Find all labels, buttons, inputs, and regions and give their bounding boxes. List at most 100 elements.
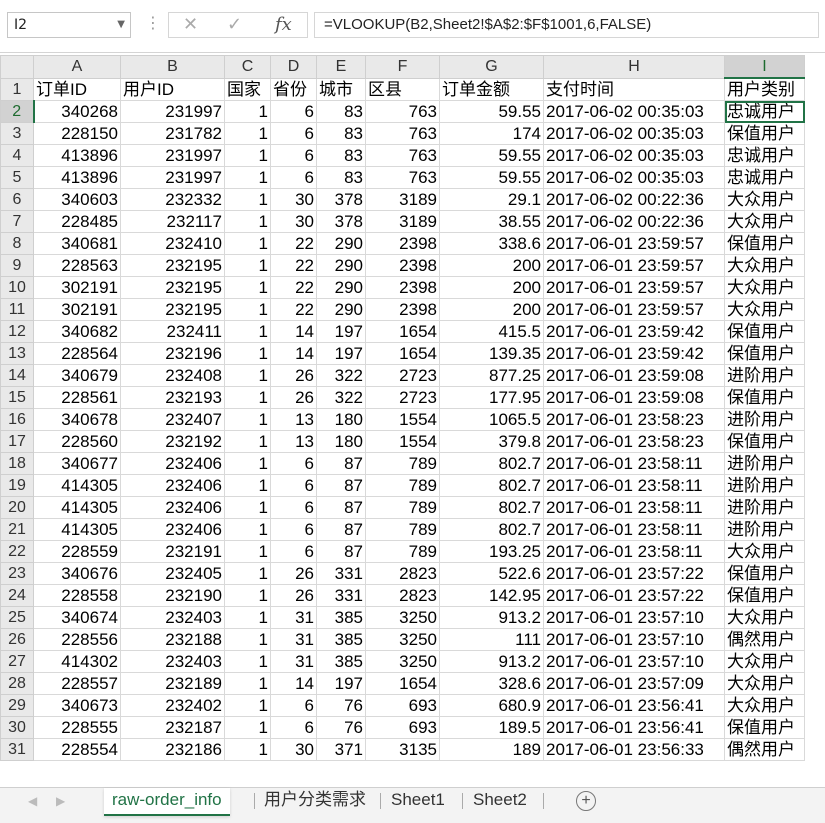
cell[interactable]: 31 [270, 606, 317, 629]
cell[interactable]: 83 [316, 100, 366, 123]
row-header[interactable]: 13 [0, 342, 34, 365]
cell[interactable]: 87 [316, 540, 366, 563]
cell[interactable]: 789 [365, 540, 440, 563]
cell[interactable]: 76 [316, 716, 366, 739]
cell[interactable]: 13 [270, 430, 317, 453]
cell[interactable]: 1554 [365, 430, 440, 453]
cell[interactable]: 大众用户 [724, 298, 805, 321]
cell[interactable]: 177.95 [439, 386, 544, 409]
cancel-icon[interactable]: ✕ [183, 13, 198, 37]
cell[interactable]: 1 [224, 276, 271, 299]
cell[interactable]: 789 [365, 518, 440, 541]
cell[interactable]: 1 [224, 474, 271, 497]
scroll-right-icon[interactable]: ▶ [56, 794, 65, 808]
cell[interactable]: 大众用户 [724, 650, 805, 673]
cell[interactable]: 340682 [33, 320, 121, 343]
row-header[interactable]: 25 [0, 606, 34, 629]
cell[interactable]: 保值用户 [724, 320, 805, 343]
cell[interactable]: 保值用户 [724, 584, 805, 607]
row-header[interactable]: 10 [0, 276, 34, 299]
cell[interactable]: 1 [224, 738, 271, 761]
cell[interactable]: 1 [224, 562, 271, 585]
cell[interactable]: 228485 [33, 210, 121, 233]
row-header[interactable]: 28 [0, 672, 34, 695]
cell[interactable]: 232403 [120, 650, 225, 673]
cell[interactable]: 385 [316, 606, 366, 629]
insert-function-icon[interactable]: fx [275, 14, 292, 35]
scroll-left-icon[interactable]: ◀ [28, 794, 37, 808]
row-header[interactable]: 2 [0, 100, 35, 123]
cell[interactable]: 1065.5 [439, 408, 544, 431]
formula-input[interactable]: =VLOOKUP(B2,Sheet2!$A$2:$F$1001,6,FALSE) [314, 12, 819, 38]
cell[interactable]: 76 [316, 694, 366, 717]
row-header[interactable]: 15 [0, 386, 34, 409]
row-header[interactable]: 12 [0, 320, 34, 343]
cell[interactable]: 385 [316, 650, 366, 673]
cell[interactable]: 228558 [33, 584, 121, 607]
column-header-a[interactable]: A [33, 55, 121, 79]
cell[interactable]: 789 [365, 496, 440, 519]
cell[interactable]: 进阶用户 [724, 496, 805, 519]
cell[interactable]: 3250 [365, 650, 440, 673]
cell[interactable]: 340679 [33, 364, 121, 387]
cell[interactable]: 大众用户 [724, 276, 805, 299]
cell[interactable]: 2398 [365, 232, 440, 255]
cell[interactable]: 2017-06-01 23:57:10 [543, 650, 725, 673]
cell[interactable]: 14 [270, 672, 317, 695]
row-header[interactable]: 6 [0, 188, 34, 211]
cell[interactable]: 197 [316, 672, 366, 695]
cell[interactable]: 322 [316, 386, 366, 409]
cell[interactable]: 6 [270, 716, 317, 739]
cell[interactable]: 2017-06-01 23:57:09 [543, 672, 725, 695]
cell[interactable]: 802.7 [439, 474, 544, 497]
cell[interactable]: 331 [316, 562, 366, 585]
cell[interactable]: 340677 [33, 452, 121, 475]
cell[interactable]: 232196 [120, 342, 225, 365]
cell[interactable]: 340268 [33, 100, 121, 123]
cell[interactable]: 1 [224, 518, 271, 541]
cell[interactable]: 26 [270, 584, 317, 607]
row-header[interactable]: 7 [0, 210, 34, 233]
cell[interactable]: 232195 [120, 276, 225, 299]
cell[interactable]: 大众用户 [724, 672, 805, 695]
cell[interactable]: 1 [224, 694, 271, 717]
cell[interactable]: 302191 [33, 298, 121, 321]
cell[interactable]: 290 [316, 254, 366, 277]
cell[interactable]: 大众用户 [724, 254, 805, 277]
cell[interactable]: 1 [224, 650, 271, 673]
cell[interactable]: 340674 [33, 606, 121, 629]
cell[interactable]: 26 [270, 364, 317, 387]
cell[interactable]: 913.2 [439, 606, 544, 629]
cell[interactable]: 2823 [365, 584, 440, 607]
cell[interactable]: 231997 [120, 100, 225, 123]
cell[interactable]: 2017-06-01 23:58:11 [543, 518, 725, 541]
cell[interactable]: 232186 [120, 738, 225, 761]
cell[interactable]: 87 [316, 518, 366, 541]
cell[interactable]: 保值用户 [724, 342, 805, 365]
cell[interactable]: 232189 [120, 672, 225, 695]
cell[interactable]: 2398 [365, 298, 440, 321]
cell[interactable]: 2017-06-01 23:59:42 [543, 320, 725, 343]
cell[interactable]: 6 [270, 496, 317, 519]
tab-sheet1[interactable]: Sheet1 [383, 788, 453, 814]
cell[interactable]: 大众用户 [724, 540, 805, 563]
cell[interactable]: 83 [316, 166, 366, 189]
cell[interactable]: 保值用户 [724, 716, 805, 739]
cell[interactable]: 232407 [120, 408, 225, 431]
cell[interactable]: 2017-06-01 23:58:23 [543, 430, 725, 453]
cell[interactable]: 2017-06-01 23:58:11 [543, 496, 725, 519]
cell[interactable]: 2723 [365, 386, 440, 409]
row-header[interactable]: 4 [0, 144, 34, 167]
cell[interactable]: 3250 [365, 606, 440, 629]
cell[interactable]: 302191 [33, 276, 121, 299]
cell[interactable]: 340673 [33, 694, 121, 717]
cell[interactable]: 进阶用户 [724, 364, 805, 387]
cell[interactable]: 31 [270, 628, 317, 651]
cell[interactable]: 6 [270, 166, 317, 189]
cell[interactable]: 200 [439, 276, 544, 299]
row-header[interactable]: 5 [0, 166, 34, 189]
row-header[interactable]: 22 [0, 540, 34, 563]
cell[interactable]: 142.95 [439, 584, 544, 607]
cell[interactable]: 进阶用户 [724, 452, 805, 475]
cell[interactable]: 1 [224, 452, 271, 475]
